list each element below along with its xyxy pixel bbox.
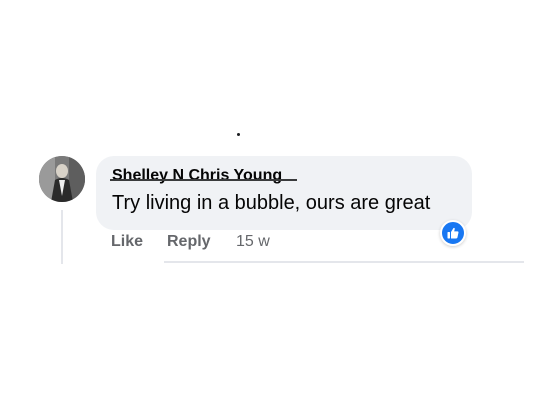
comment-timestamp[interactable]: 15 w xyxy=(236,233,270,251)
author-strikethrough xyxy=(110,179,297,181)
avatar-image xyxy=(39,156,85,202)
comment-text: Try living in a bubble, ours are great xyxy=(112,192,431,214)
reply-button[interactable]: Reply xyxy=(167,233,211,251)
like-icon xyxy=(447,227,459,239)
comment-author[interactable]: Shelley N Chris Young xyxy=(112,167,282,185)
loading-dot xyxy=(237,133,240,136)
avatar[interactable] xyxy=(39,156,85,202)
like-reaction-badge[interactable] xyxy=(440,220,466,246)
thread-line xyxy=(61,210,63,264)
reply-divider xyxy=(164,261,524,263)
comment-bubble: Shelley N Chris Young Try living in a bu… xyxy=(96,156,472,230)
like-button[interactable]: Like xyxy=(111,233,143,251)
